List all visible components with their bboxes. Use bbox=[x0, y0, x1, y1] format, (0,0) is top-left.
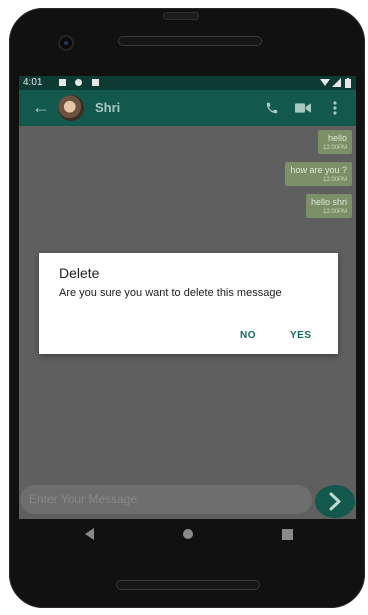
dialog-title: Delete bbox=[59, 265, 100, 281]
system-nav-bar bbox=[19, 519, 356, 549]
app-bar: ← Shri bbox=[19, 90, 356, 126]
contact-name[interactable]: Shri bbox=[95, 100, 120, 115]
message-bubble[interactable]: how are you ? 12:00PM bbox=[285, 162, 352, 186]
more-icon[interactable] bbox=[333, 101, 337, 115]
send-icon bbox=[329, 492, 341, 511]
no-button[interactable]: NO bbox=[240, 330, 256, 341]
wifi-icon bbox=[320, 79, 330, 86]
delete-dialog: Delete Are you sure you want to delete t… bbox=[39, 253, 338, 354]
yes-button[interactable]: YES bbox=[290, 330, 312, 341]
video-icon[interactable] bbox=[295, 102, 311, 114]
notification-icon bbox=[75, 79, 82, 86]
notification-icon bbox=[59, 79, 66, 86]
earpiece-speaker bbox=[118, 36, 262, 46]
contact-avatar[interactable] bbox=[58, 95, 84, 121]
message-bubble[interactable]: hello shri 12:00PM bbox=[305, 194, 352, 218]
message-input[interactable]: Enter Your Message bbox=[20, 485, 312, 514]
message-time: 12:00PM bbox=[322, 177, 347, 183]
front-camera bbox=[58, 35, 74, 51]
nav-recents-icon[interactable] bbox=[282, 529, 293, 540]
bottom-speaker bbox=[116, 580, 260, 590]
message-text: hello shri bbox=[310, 197, 347, 207]
message-text: how are you ? bbox=[290, 165, 347, 175]
message-text: hello bbox=[327, 133, 347, 143]
status-bar: 4:01 bbox=[19, 76, 356, 90]
back-arrow-icon[interactable]: ← bbox=[32, 96, 50, 118]
status-time: 4:01 bbox=[23, 77, 43, 88]
top-sensor bbox=[163, 12, 199, 20]
phone-icon[interactable] bbox=[265, 101, 279, 115]
message-bubble[interactable]: hello 12:00PM bbox=[317, 130, 352, 154]
app-screen: 4:01 ← Shri hello 12:00PM how are you ? … bbox=[19, 76, 356, 519]
nav-home-icon[interactable] bbox=[183, 529, 193, 539]
battery-icon bbox=[345, 78, 351, 88]
dialog-message: Are you sure you want to delete this mes… bbox=[59, 287, 282, 299]
send-button[interactable] bbox=[315, 485, 355, 518]
nav-back-icon[interactable] bbox=[85, 528, 94, 540]
message-time: 12:00PM bbox=[322, 145, 347, 151]
signal-icon bbox=[332, 78, 341, 87]
message-time: 12:00PM bbox=[322, 209, 347, 215]
sd-card-icon bbox=[92, 79, 99, 86]
